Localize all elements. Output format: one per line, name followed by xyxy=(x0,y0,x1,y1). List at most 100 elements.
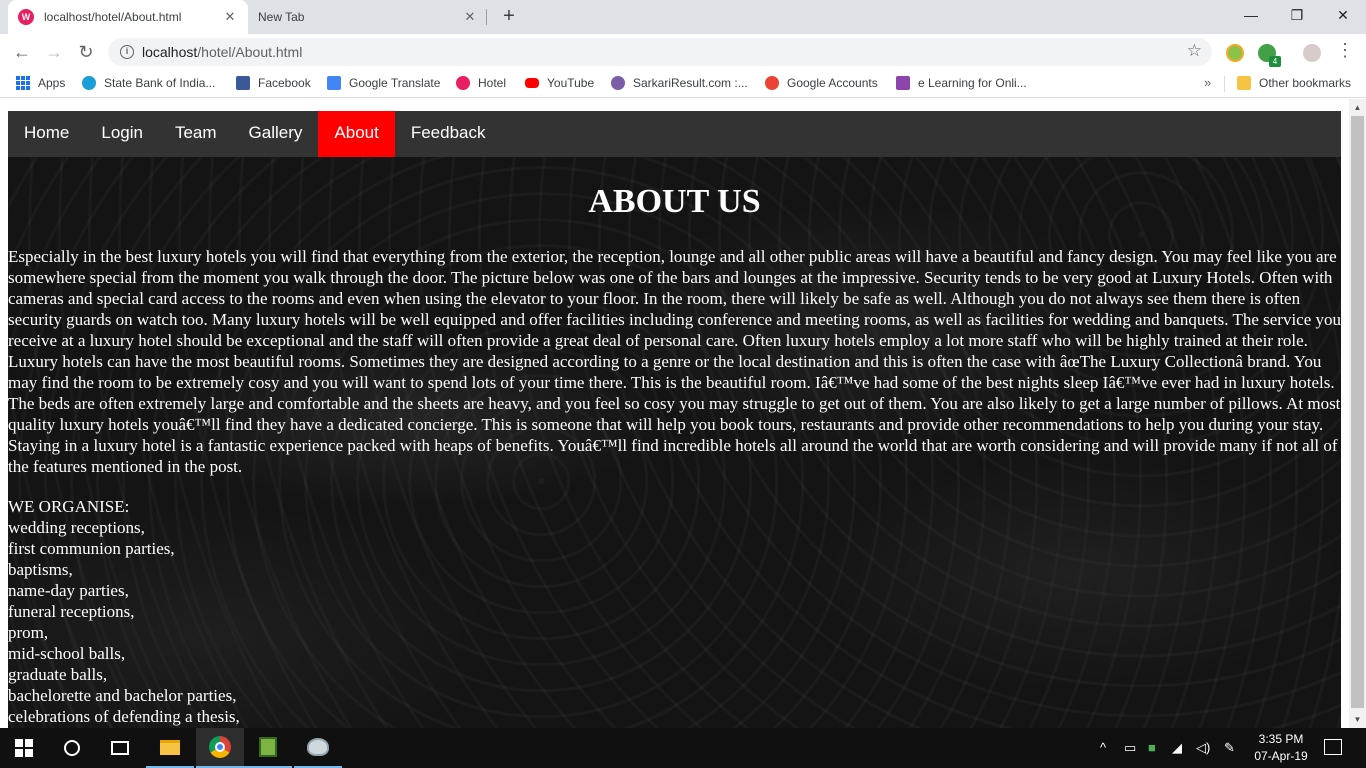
taskbar-file-explorer[interactable] xyxy=(146,728,194,768)
bookmark-google-accounts[interactable]: Google Accounts xyxy=(765,76,878,90)
organise-item: name-day parties, xyxy=(8,581,129,600)
taskbar-chrome[interactable] xyxy=(196,728,244,768)
profile-avatar[interactable] xyxy=(1303,44,1321,62)
bookmark-star-icon[interactable]: ☆ xyxy=(1187,41,1202,61)
elearning-icon xyxy=(896,76,910,90)
bookmark-elearning[interactable]: e Learning for Onli... xyxy=(896,76,1027,90)
close-tab-icon[interactable]: ✕ xyxy=(222,9,238,25)
cortana-button[interactable] xyxy=(48,728,96,768)
tab-about[interactable]: W localhost/hotel/About.html ✕ xyxy=(8,0,248,34)
scrollbar-thumb[interactable] xyxy=(1351,116,1364,708)
forward-arrow-icon[interactable]: → xyxy=(42,40,66,64)
close-tab-icon[interactable]: ✕ xyxy=(462,9,478,25)
app-tray-icon[interactable]: ■ xyxy=(1148,740,1156,755)
nav-about[interactable]: About xyxy=(318,111,395,157)
bookmark-sarkariresult[interactable]: SarkariResult.com :... xyxy=(611,76,748,90)
taskbar-clock[interactable]: 3:35 PM 07-Apr-19 xyxy=(1252,731,1310,765)
clock-date: 07-Apr-19 xyxy=(1254,749,1308,763)
tab-divider xyxy=(486,9,487,25)
pen-icon[interactable]: ✎ xyxy=(1224,740,1235,756)
nav-login[interactable]: Login xyxy=(85,111,159,157)
bookmarks-divider xyxy=(1224,76,1225,92)
windows-taskbar: ^ ▭ ■ ◢ ◁) ✎ 3:35 PM 07-Apr-19 xyxy=(0,728,1366,768)
back-arrow-icon[interactable]: ← xyxy=(10,40,34,64)
url-text[interactable]: localhost/hotel/About.html xyxy=(142,44,302,60)
chevron-up-icon[interactable]: ^ xyxy=(1100,740,1106,755)
bookmark-label: YouTube xyxy=(547,76,595,90)
reload-icon[interactable]: ↻ xyxy=(74,40,98,64)
cortana-icon xyxy=(64,740,80,756)
bookmark-google-translate[interactable]: Google Translate xyxy=(327,76,440,90)
organise-item: baptisms, xyxy=(8,560,73,579)
bookmark-label: State Bank of India... xyxy=(104,76,216,90)
nav-feedback[interactable]: Feedback xyxy=(395,111,502,157)
extension-badge: 4 xyxy=(1269,56,1281,67)
bookmark-youtube[interactable]: YouTube xyxy=(525,76,594,90)
bookmark-label: Hotel xyxy=(478,76,507,90)
nav-gallery[interactable]: Gallery xyxy=(233,111,319,157)
sbi-icon xyxy=(82,76,96,90)
organise-item: funeral receptions, xyxy=(8,602,135,621)
file-explorer-icon xyxy=(160,739,180,755)
organise-item: mid-school balls, xyxy=(8,644,126,663)
youtube-icon xyxy=(525,78,539,88)
tab-title: localhost/hotel/About.html xyxy=(44,10,182,24)
network-icon[interactable]: ◢ xyxy=(1172,740,1182,756)
taskbar-paint[interactable] xyxy=(294,728,342,768)
bookmark-label: e Learning for Onli... xyxy=(918,76,1027,90)
address-bar[interactable]: i localhost/hotel/About.html ☆ xyxy=(108,38,1212,66)
bookmark-apps[interactable]: Apps xyxy=(16,76,65,90)
organise-item: bachelorette and bachelor parties, xyxy=(8,686,237,705)
bookmark-label: Google Accounts xyxy=(787,76,878,90)
apps-grid-icon xyxy=(16,76,30,90)
about-paragraph: Especially in the best luxury hotels you… xyxy=(8,247,1342,476)
organise-item: graduate balls, xyxy=(8,665,108,684)
minimize-button[interactable]: — xyxy=(1228,0,1274,30)
task-view-icon xyxy=(111,741,129,755)
hotel-favicon-icon: W xyxy=(18,9,34,25)
bookmark-label: Apps xyxy=(38,76,66,90)
battery-icon[interactable]: ▭ xyxy=(1124,740,1136,756)
page-title: ABOUT US xyxy=(588,183,761,220)
extension-icon[interactable]: 4 xyxy=(1258,44,1281,67)
notification-icon[interactable] xyxy=(1324,739,1342,755)
windows-logo-icon xyxy=(15,739,33,757)
scroll-up-icon[interactable]: ▲ xyxy=(1349,99,1366,116)
notepad-plus-icon xyxy=(259,737,277,757)
vertical-scrollbar[interactable]: ▲ ▼ xyxy=(1349,99,1366,728)
organise-item: wedding receptions, xyxy=(8,518,145,537)
nav-home[interactable]: Home xyxy=(8,111,85,157)
site-info-icon[interactable]: i xyxy=(120,45,134,59)
bookmark-label: Facebook xyxy=(258,76,311,90)
nav-team[interactable]: Team xyxy=(159,111,233,157)
start-button[interactable] xyxy=(0,728,48,768)
browser-toolbar: ← → ↻ i localhost/hotel/About.html ☆ 4 ⋮ xyxy=(0,34,1366,70)
url-path: /hotel/About.html xyxy=(197,44,303,60)
bookmark-other[interactable]: Other bookmarks xyxy=(1237,76,1351,90)
hotel-icon xyxy=(456,76,470,90)
scroll-down-icon[interactable]: ▼ xyxy=(1349,711,1366,728)
new-tab-button[interactable]: + xyxy=(498,5,520,27)
folder-icon xyxy=(1237,76,1251,90)
tab-new-tab[interactable]: New Tab ✕ xyxy=(248,0,488,34)
site-navbar: Home Login Team Gallery About Feedback xyxy=(8,111,1341,157)
about-page: Home Login Team Gallery About Feedback A… xyxy=(8,111,1341,728)
taskbar-notepad[interactable] xyxy=(244,728,292,768)
bookmark-label: Other bookmarks xyxy=(1259,76,1352,90)
task-view-button[interactable] xyxy=(96,728,144,768)
close-window-button[interactable]: ✕ xyxy=(1320,0,1366,30)
extension-icon[interactable] xyxy=(1226,44,1244,62)
volume-icon[interactable]: ◁) xyxy=(1196,740,1210,756)
google-icon xyxy=(765,76,779,90)
bookmarks-overflow-icon[interactable]: » xyxy=(1204,75,1211,90)
tab-title: New Tab xyxy=(258,10,305,24)
bookmark-facebook[interactable]: Facebook xyxy=(236,76,311,90)
bookmark-sbi[interactable]: State Bank of India... xyxy=(82,76,215,90)
browser-menu-icon[interactable]: ⋮ xyxy=(1336,40,1354,61)
organise-item: celebrations of defending a thesis, xyxy=(8,707,240,726)
restore-button[interactable]: ❐ xyxy=(1274,0,1320,30)
clock-time: 3:35 PM xyxy=(1258,732,1304,746)
organise-list: WE ORGANISE: wedding receptions, first c… xyxy=(8,496,240,727)
bookmarks-bar: Apps State Bank of India... Facebook Goo… xyxy=(0,70,1366,98)
bookmark-hotel[interactable]: Hotel xyxy=(456,76,506,90)
